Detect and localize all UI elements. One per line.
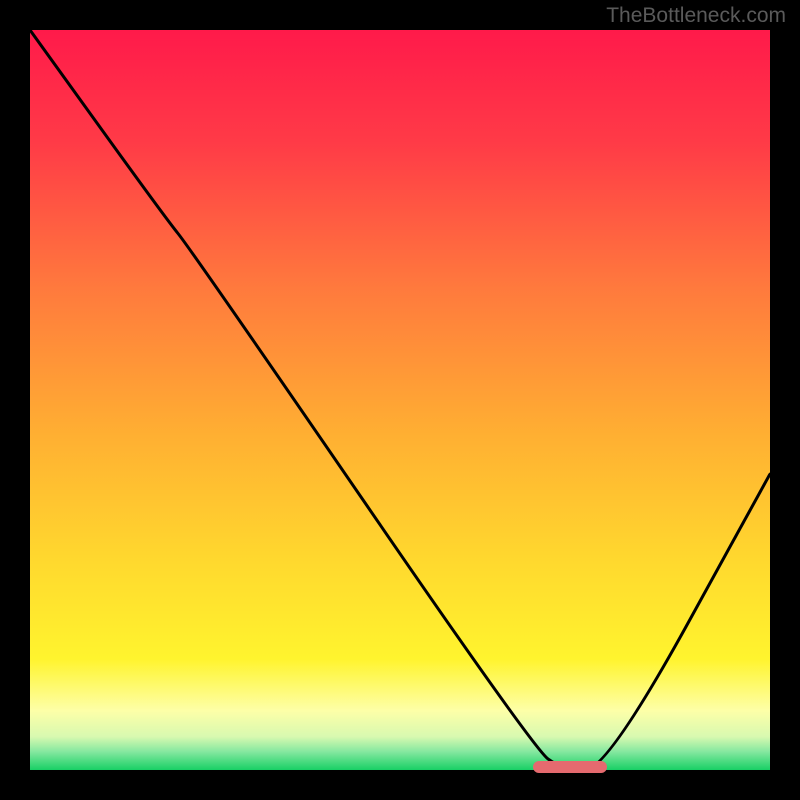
optimal-range-marker: [533, 761, 607, 773]
watermark-text: TheBottleneck.com: [606, 4, 786, 28]
bottleneck-curve: [30, 30, 770, 770]
chart-area: [30, 30, 770, 770]
